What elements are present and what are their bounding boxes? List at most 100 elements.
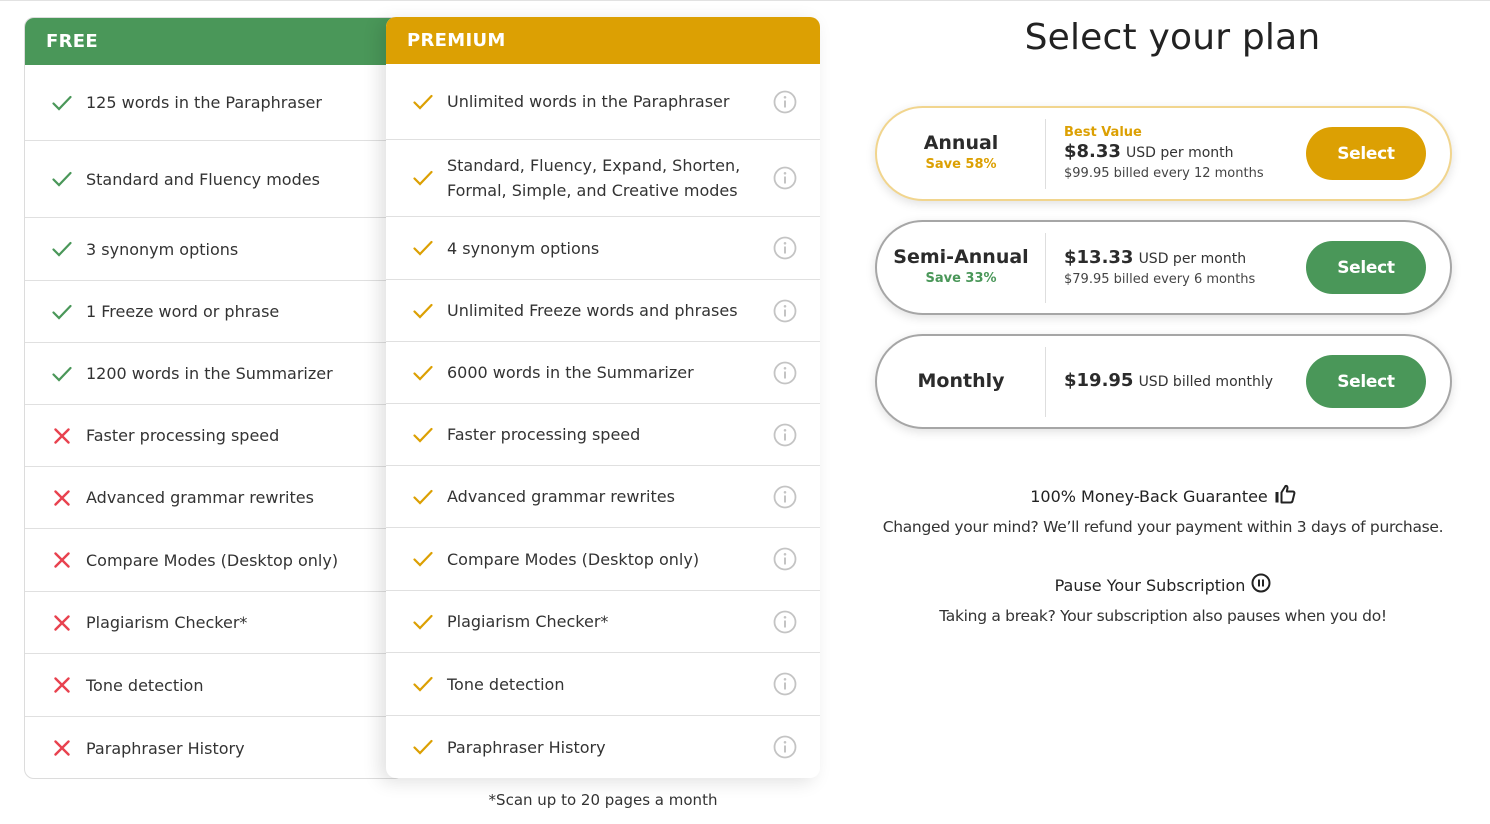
info-icon[interactable] — [773, 423, 797, 447]
select-semi-annual-button[interactable]: Select — [1306, 241, 1426, 294]
feature-label: 125 words in the Paraphraser — [86, 93, 322, 112]
feature-row: Plagiarism Checker* — [25, 592, 403, 654]
feature-row: 1 Freeze word or phrase — [25, 281, 403, 343]
info-icon[interactable] — [773, 610, 797, 634]
pause-text: Taking a break? Your subscription also p… — [939, 607, 1387, 625]
plan-price: $13.33 — [1064, 246, 1134, 268]
premium-plan-column: PREMIUM Unlimited words in the Paraphras… — [386, 17, 820, 778]
money-back-guarantee: 100% Money-Back Guarantee Changed your m… — [880, 484, 1446, 536]
select-annual-button[interactable]: Select — [1306, 127, 1426, 180]
check-icon — [412, 300, 434, 322]
feature-row: Standard, Fluency, Expand, Shorten, Form… — [386, 140, 820, 217]
check-icon — [412, 548, 434, 570]
plan-price-block: $19.95 USD billed monthly — [1046, 370, 1306, 393]
feature-label: Faster processing speed — [86, 426, 280, 445]
plan-name: Annual — [923, 132, 999, 154]
feature-row: Tone detection — [25, 654, 403, 717]
plan-price-unit: USD billed monthly — [1138, 374, 1274, 390]
plan-name: Semi-Annual — [893, 246, 1029, 268]
plan-card-semi-annual[interactable]: Semi-Annual Save 33% $13.33 USD per mont… — [875, 220, 1452, 315]
top-divider — [0, 0, 1490, 1]
plan-price: $19.95 — [1064, 370, 1134, 391]
feature-label: Tone detection — [86, 675, 204, 695]
feature-label: Advanced grammar rewrites — [447, 487, 675, 506]
feature-row: Compare Modes (Desktop only) — [386, 528, 820, 591]
info-icon[interactable] — [773, 735, 797, 759]
page-title: Select your plan — [1024, 17, 1321, 58]
info-icon[interactable] — [773, 672, 797, 696]
plan-price-unit: USD per month — [1138, 250, 1247, 267]
feature-row: Tone detection — [386, 653, 820, 716]
feature-row: 3 synonym options — [25, 218, 403, 281]
plan-price-block: Best Value $8.33 USD per month $99.95 bi… — [1046, 124, 1306, 183]
feature-row: 6000 words in the Summarizer — [386, 342, 820, 404]
feature-row: Unlimited words in the Paraphraser — [386, 64, 820, 140]
feature-label: Unlimited Freeze words and phrases — [447, 301, 738, 320]
feature-label: Standard and Fluency modes — [86, 169, 320, 189]
plan-card-monthly[interactable]: Monthly $19.95 USD billed monthly Select — [875, 334, 1452, 429]
feature-row: Faster processing speed — [25, 405, 403, 467]
best-value-badge: Best Value — [1064, 125, 1142, 140]
feature-row: Unlimited Freeze words and phrases — [386, 280, 820, 342]
plan-price-line: $13.33 USD per month — [1064, 247, 1306, 270]
feature-label: 3 synonym options — [86, 239, 239, 259]
plan-name-block: Semi-Annual Save 33% — [877, 246, 1045, 289]
check-icon — [51, 301, 73, 323]
pause-circle-icon — [1251, 573, 1271, 597]
plan-billing: $99.95 billed every 12 months — [1064, 166, 1264, 181]
check-icon — [412, 611, 434, 633]
info-icon[interactable] — [773, 90, 797, 114]
pause-heading: Pause Your Subscription — [1055, 573, 1272, 597]
select-monthly-button[interactable]: Select — [1306, 355, 1426, 408]
feature-label: Faster processing speed — [447, 425, 641, 444]
feature-label: Paraphraser History — [86, 738, 245, 758]
info-icon[interactable] — [773, 166, 797, 190]
plan-price: $8.33 — [1064, 141, 1121, 162]
feature-row: Paraphraser History — [386, 716, 820, 778]
info-icon[interactable] — [773, 299, 797, 323]
check-icon — [51, 363, 73, 385]
feature-label: 1 Freeze word or phrase — [86, 302, 280, 321]
plan-name-block: Annual Save 58% — [877, 132, 1045, 175]
check-icon — [412, 424, 434, 446]
feature-label: Unlimited words in the Paraphraser — [447, 92, 730, 111]
feature-row: 4 synonym options — [386, 217, 820, 280]
feature-label: Paraphraser History — [447, 737, 606, 757]
check-icon — [51, 238, 73, 260]
cross-icon — [51, 425, 73, 447]
check-icon — [412, 167, 434, 189]
plan-card-annual[interactable]: Annual Save 58% Best Value $8.33 USD per… — [875, 106, 1452, 201]
cross-icon — [51, 612, 73, 634]
cross-icon — [51, 737, 73, 759]
feature-label: Tone detection — [447, 674, 565, 694]
plan-name: Monthly — [917, 370, 1005, 392]
free-column-header: FREE — [25, 18, 403, 65]
feature-label: Compare Modes (Desktop only) — [447, 549, 700, 569]
feature-row: Advanced grammar rewrites — [386, 466, 820, 528]
feature-label: Plagiarism Checker* — [86, 613, 248, 632]
info-icon[interactable] — [773, 236, 797, 260]
plan-price-line: $19.95 USD billed monthly — [1064, 370, 1306, 393]
check-icon — [412, 673, 434, 695]
info-icon[interactable] — [773, 547, 797, 571]
info-icon[interactable] — [773, 361, 797, 385]
feature-label: Standard, Fluency, Expand, Shorten, Form… — [447, 156, 741, 200]
feature-label: Advanced grammar rewrites — [86, 488, 314, 507]
guarantee-text: Changed your mind? We’ll refund your pay… — [882, 518, 1444, 536]
feature-row: Paraphraser History — [25, 717, 403, 778]
check-icon — [51, 168, 73, 190]
check-icon — [412, 486, 434, 508]
cross-icon — [51, 487, 73, 509]
free-feature-list: 125 words in the Paraphraser Standard and… — [25, 65, 403, 778]
info-icon[interactable] — [773, 485, 797, 509]
plan-price-line: $8.33 USD per month — [1064, 141, 1306, 164]
feature-label: Plagiarism Checker* — [447, 612, 609, 631]
plan-savings: Save 58% — [925, 157, 997, 172]
plan-price-unit: USD per month — [1126, 145, 1234, 161]
guarantee-title: 100% Money-Back Guarantee — [1030, 486, 1268, 506]
pause-title: Pause Your Subscription — [1054, 575, 1246, 595]
plan-price-block: $13.33 USD per month $79.95 billed every… — [1046, 247, 1306, 289]
premium-feature-list: Unlimited words in the Paraphraser Standa… — [386, 64, 820, 778]
feature-row: 125 words in the Paraphraser — [25, 65, 403, 141]
feature-row: Compare Modes (Desktop only) — [25, 529, 403, 592]
